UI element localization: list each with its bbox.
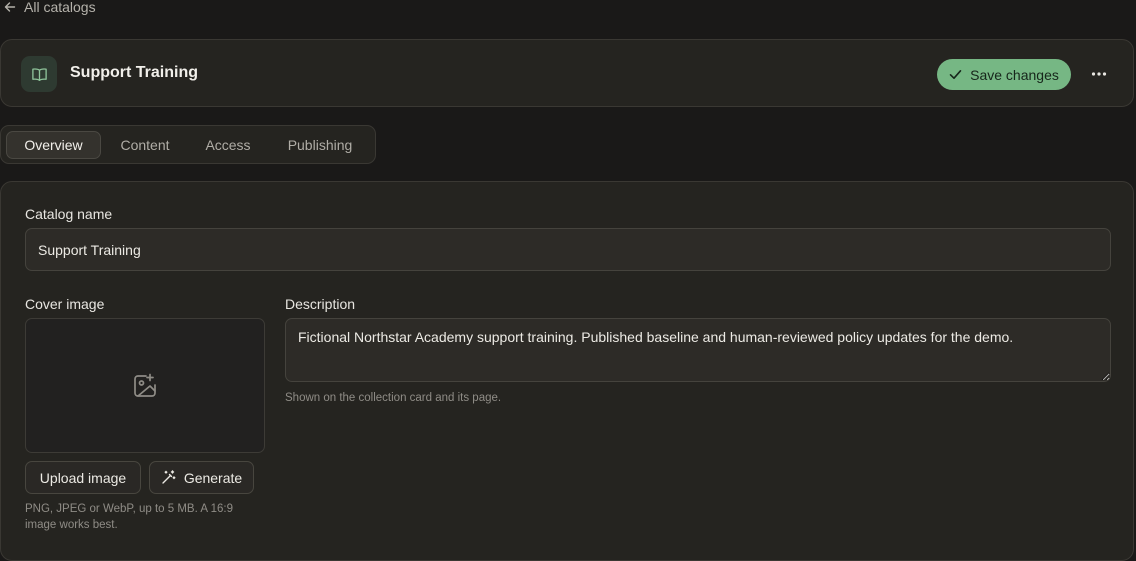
tab-access[interactable]: Access	[189, 131, 267, 159]
back-to-catalogs-link[interactable]: All catalogs	[4, 0, 96, 16]
cover-image-help-line-2: image works best.	[25, 519, 118, 531]
tab-bar: Overview Content Access Publishing	[0, 125, 376, 164]
upload-image-label: Upload image	[39, 469, 127, 486]
magic-wand-icon	[162, 470, 176, 484]
catalog-header: Support Training Save changes	[0, 39, 1134, 107]
book-open-icon	[21, 56, 57, 92]
more-horizontal-icon	[1091, 72, 1107, 76]
save-changes-label: Save changes	[970, 66, 1059, 83]
cover-image-label: Cover image	[25, 296, 105, 312]
arrow-left-icon	[4, 2, 16, 12]
generate-image-button[interactable]: Generate	[149, 461, 254, 494]
back-link-label: All catalogs	[24, 0, 96, 15]
description-label: Description	[285, 296, 356, 312]
image-plus-icon	[134, 373, 156, 397]
catalog-name-label: Catalog name	[25, 206, 113, 222]
upload-image-button[interactable]: Upload image	[25, 461, 141, 494]
tab-overview[interactable]: Overview	[6, 131, 101, 159]
check-icon	[949, 70, 962, 79]
cover-image-help-line-1: PNG, JPEG or WebP, up to 5 MB. A 16:9	[25, 503, 233, 515]
page-title: Support Training	[70, 64, 198, 81]
description-textarea[interactable]: Fictional Northstar Academy support trai…	[285, 318, 1111, 382]
catalog-name-input[interactable]	[25, 228, 1111, 271]
generate-label: Generate	[183, 469, 243, 486]
tab-publishing[interactable]: Publishing	[271, 131, 369, 159]
more-options-button[interactable]	[1085, 62, 1113, 86]
overview-form-card: Catalog name Cover image Upload image Ge…	[0, 181, 1134, 561]
description-help-text: Shown on the collection card and its pag…	[285, 392, 502, 404]
tab-content[interactable]: Content	[105, 131, 185, 159]
cover-image-dropzone[interactable]	[25, 318, 265, 453]
save-changes-button[interactable]: Save changes	[937, 59, 1071, 90]
